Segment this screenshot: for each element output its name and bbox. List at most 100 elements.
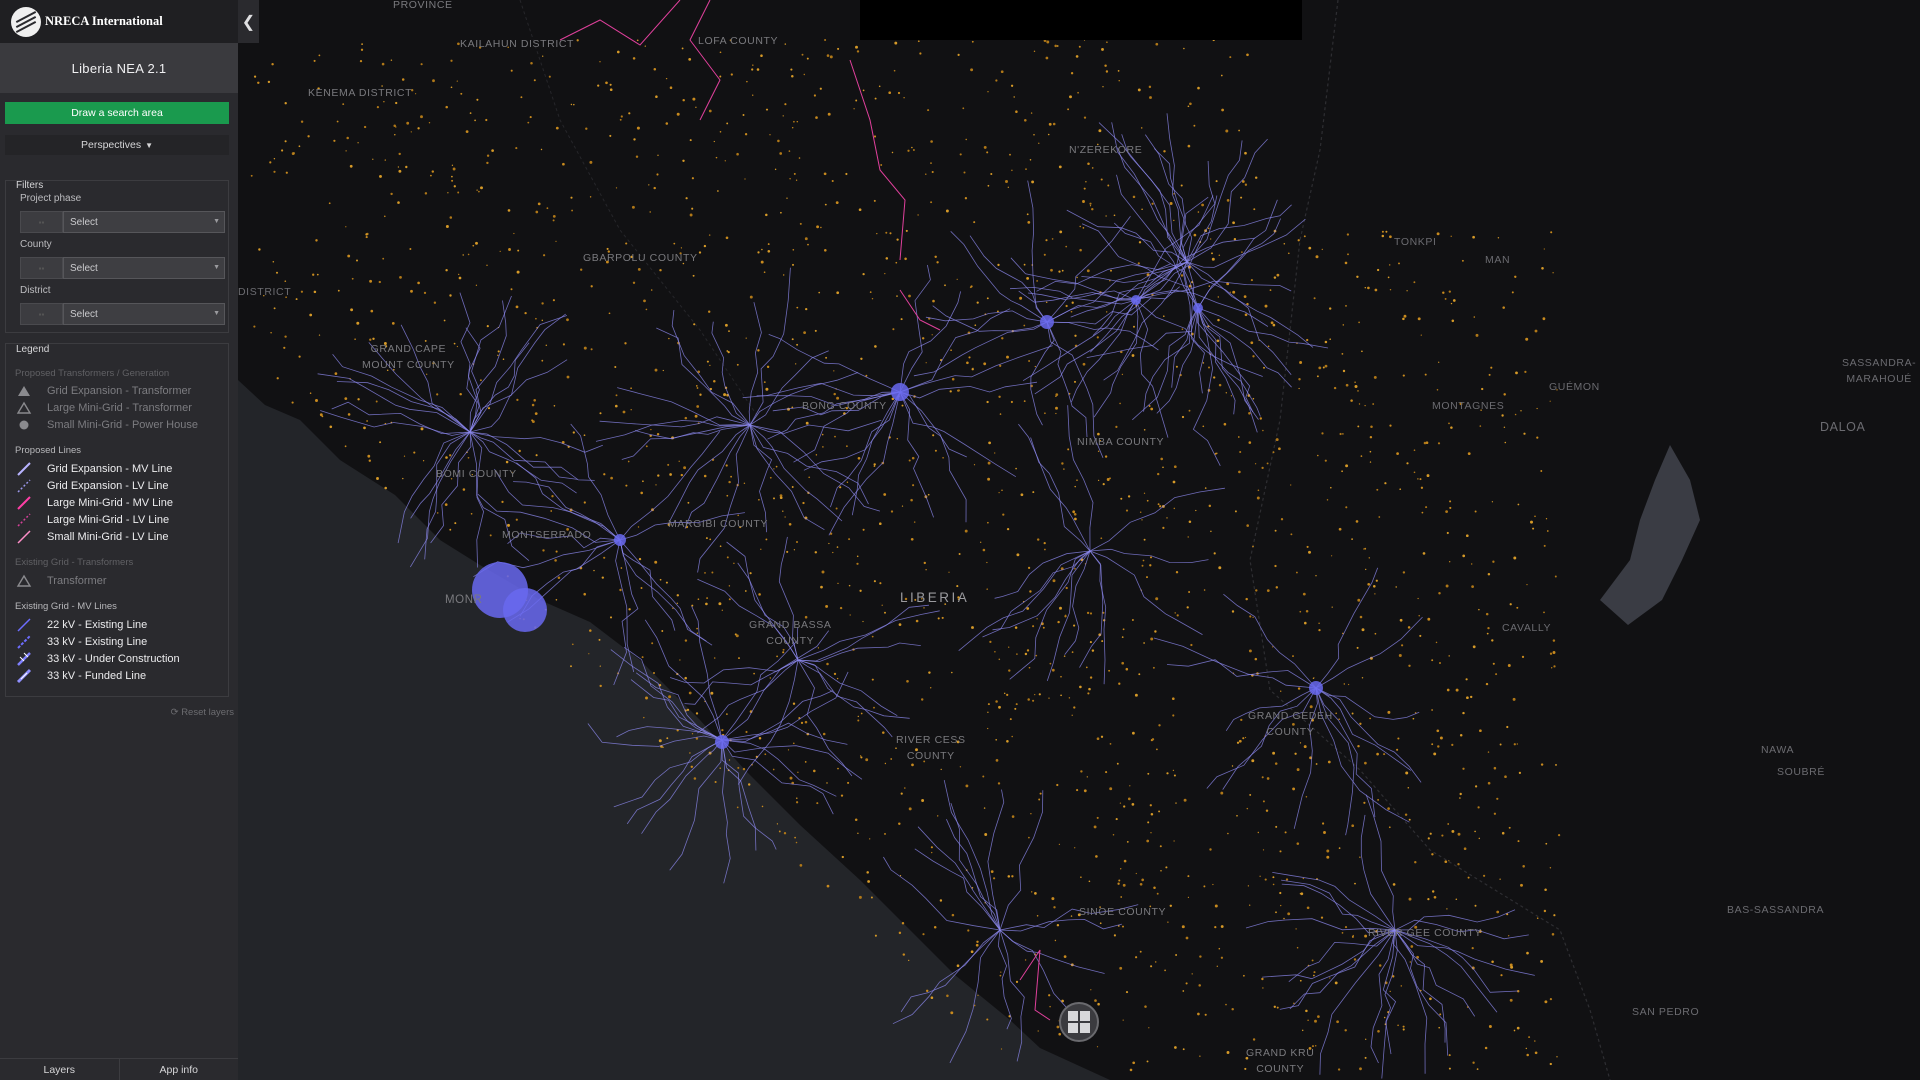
settlement-dot (309, 392, 312, 394)
settlement-dot (1089, 612, 1093, 615)
basemap-layers-button[interactable] (1059, 1002, 1099, 1042)
legend-item[interactable]: Large Mini-Grid - Transformer (15, 400, 225, 416)
settlement-dot (1135, 956, 1138, 959)
settlement-dot (971, 626, 974, 629)
dashed-line-icon (17, 635, 31, 649)
legend-item-label: 22 kV - Existing Line (47, 619, 148, 631)
settlement-dot (571, 209, 574, 212)
district-toggle[interactable]: ▪▪ (20, 303, 63, 325)
settlement-dot (898, 822, 901, 825)
legend-item[interactable]: Large Mini-Grid - MV Line (15, 495, 225, 511)
map-label-nzerekore: N'ZEREKORE (1069, 144, 1143, 156)
settlement-dot (1166, 517, 1168, 519)
settlement-dot (1087, 162, 1090, 165)
settlement-dot (874, 934, 877, 937)
top-black-bar (860, 0, 1302, 40)
county-select[interactable]: Select ▼ (63, 257, 225, 279)
settlement-dot (1515, 371, 1518, 375)
settlement-dot (1207, 227, 1210, 230)
settlement-dot (576, 39, 579, 42)
county-toggle[interactable]: ▪▪ (20, 257, 63, 279)
settlement-dot (1518, 771, 1522, 775)
settlement-dot (724, 323, 728, 327)
settlement-dot (1050, 268, 1053, 272)
settlement-dot (1029, 159, 1032, 161)
settlement-dot (1280, 690, 1282, 692)
project-phase-select[interactable]: Select ▼ (63, 211, 225, 233)
settlement-dot (1383, 753, 1386, 756)
settlement-dot (1492, 560, 1495, 563)
settlement-dot (1367, 286, 1370, 290)
legend-item[interactable]: Small Mini-Grid - LV Line (15, 529, 225, 545)
settlement-dot (689, 213, 693, 217)
legend-item[interactable]: 33 kV - Funded Line (15, 668, 225, 684)
collapse-sidebar-button[interactable]: ❮ (238, 0, 259, 43)
map-svg[interactable] (0, 0, 1920, 1080)
settlement-dot (705, 602, 708, 606)
settlement-dot (1143, 538, 1146, 541)
circle-icon (19, 420, 29, 430)
settlement-dot (537, 202, 541, 206)
settlement-dot (1376, 488, 1379, 491)
settlement-dot (1276, 1006, 1279, 1009)
settlement-dot (384, 486, 387, 490)
settlement-dot (1414, 861, 1417, 864)
reset-layers-link[interactable]: ⟳ Reset layers (171, 707, 234, 718)
urban-grid-area (614, 534, 626, 546)
settlement-dot (1376, 268, 1380, 272)
legend-item[interactable]: 22 kV - Existing Line (15, 617, 225, 633)
settlement-dot (931, 334, 933, 336)
draw-search-area-button[interactable]: Draw a search area (5, 102, 229, 124)
settlement-dot (835, 507, 838, 510)
settlement-dot (1334, 981, 1338, 985)
legend-item[interactable]: Grid Expansion - LV Line (15, 478, 225, 494)
settlement-dot (1374, 593, 1376, 595)
legend-item[interactable]: Large Mini-Grid - LV Line (15, 512, 225, 528)
settlement-dot (1312, 677, 1315, 680)
settlement-dot (1266, 777, 1270, 780)
settlement-dot (328, 202, 331, 205)
settlement-dot (1426, 474, 1430, 478)
settlement-dot (760, 548, 762, 551)
legend-item[interactable]: Grid Expansion - Transformer (15, 383, 225, 399)
perspectives-dropdown[interactable]: Perspectives ▼ (5, 135, 229, 155)
settlement-dot (908, 959, 910, 962)
settlement-dot (1027, 566, 1031, 570)
settlement-dot (1202, 362, 1205, 364)
settlement-dot (1297, 239, 1300, 242)
settlement-dot (1540, 470, 1543, 472)
settlement-dot (1338, 718, 1341, 721)
settlement-dot (1100, 735, 1104, 738)
settlement-dot (1009, 153, 1011, 156)
legend-item[interactable]: Grid Expansion - MV Line (15, 461, 225, 477)
settlement-dot (1323, 831, 1326, 834)
settlement-dot (681, 47, 684, 50)
settlement-dot (1204, 1013, 1207, 1016)
project-phase-toggle[interactable]: ▪▪ (20, 211, 63, 233)
legend-item[interactable]: 33 kV - Under Construction (15, 651, 225, 667)
settlement-dot (780, 211, 782, 214)
map-canvas[interactable]: PROVINCE KAILAHUN DISTRICT LOFA COUNTY K… (0, 0, 1920, 1080)
tab-app-info[interactable]: App info (118, 1059, 239, 1080)
map-label-nawa: NAWA (1761, 744, 1795, 756)
settlement-dot (1534, 1040, 1536, 1042)
settlement-dot (745, 730, 748, 734)
settlement-dot (970, 68, 974, 72)
settlement-dot (1106, 478, 1110, 481)
settlement-dot (1344, 261, 1348, 265)
settlement-dot (1024, 652, 1028, 656)
settlement-dot (1315, 763, 1318, 765)
settlement-dot (1086, 611, 1090, 615)
settlement-dot (1175, 802, 1177, 804)
settlement-dot (1203, 885, 1206, 888)
legend-item[interactable]: Transformer (15, 573, 225, 589)
settlement-dot (599, 665, 601, 667)
district-select[interactable]: Select ▼ (63, 303, 225, 325)
settlement-dot (1422, 552, 1426, 555)
legend-item[interactable]: 33 kV - Existing Line (15, 634, 225, 650)
tab-layers[interactable]: Layers (0, 1059, 119, 1080)
settlement-dot (433, 301, 437, 304)
settlement-dot (1543, 909, 1547, 913)
legend-item[interactable]: Small Mini-Grid - Power House (15, 417, 225, 433)
settlement-dot (1331, 606, 1333, 608)
